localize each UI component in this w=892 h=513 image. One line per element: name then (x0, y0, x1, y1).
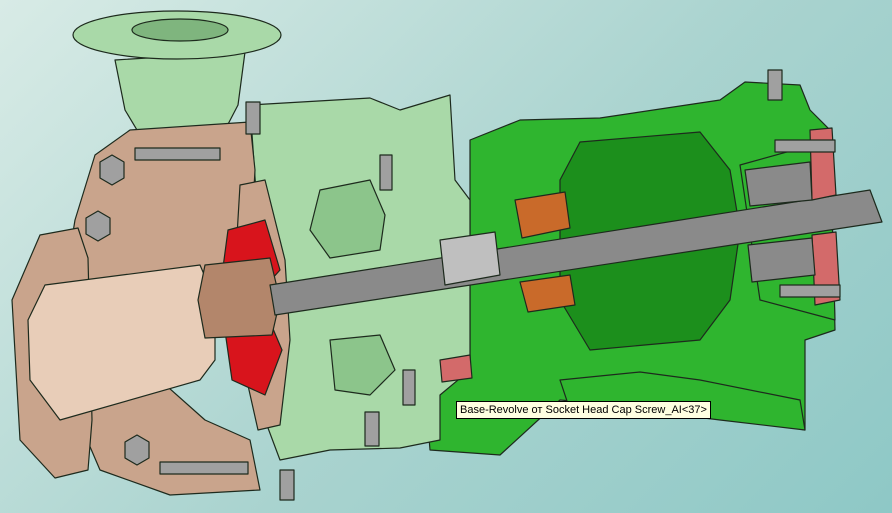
bolt-lower-left (159, 461, 249, 475)
bolt-adapter-top (245, 101, 261, 135)
discharge-neck (114, 51, 246, 136)
bolt-adapter-lower (402, 369, 416, 406)
pump-section-model[interactable] (0, 0, 892, 513)
bolt-casing-bottom (279, 469, 295, 501)
bolt-upper-left (134, 147, 221, 161)
shaft-sleeve[interactable] (439, 231, 501, 286)
suction-bore (27, 264, 216, 421)
hex-nut-mid (85, 210, 111, 242)
outboard-bearing-lower (747, 237, 816, 283)
hover-tooltip: Base-Revolve от Socket Head Cap Screw_AI… (456, 401, 711, 419)
outboard-bearing-upper (744, 161, 813, 207)
outboard-seal-upper (809, 127, 837, 201)
bolt-frame-top (767, 69, 783, 101)
hex-nut-lower (124, 434, 150, 466)
adapter-cavity (309, 179, 386, 259)
cad-3d-viewport[interactable]: Base-Revolve от Socket Head Cap Screw_AI… (0, 0, 892, 513)
bolt-frame-right-lower (779, 284, 841, 298)
bolt-frame-right-upper (774, 139, 836, 153)
inboard-bearing-lower (519, 274, 576, 313)
bolt-adapter-bottom (364, 411, 380, 447)
hex-nut-upper (99, 154, 125, 186)
discharge-bore (131, 18, 229, 42)
seal-ring (439, 354, 473, 383)
impeller-hub (197, 257, 281, 339)
bolt-adapter-mid (379, 154, 393, 191)
